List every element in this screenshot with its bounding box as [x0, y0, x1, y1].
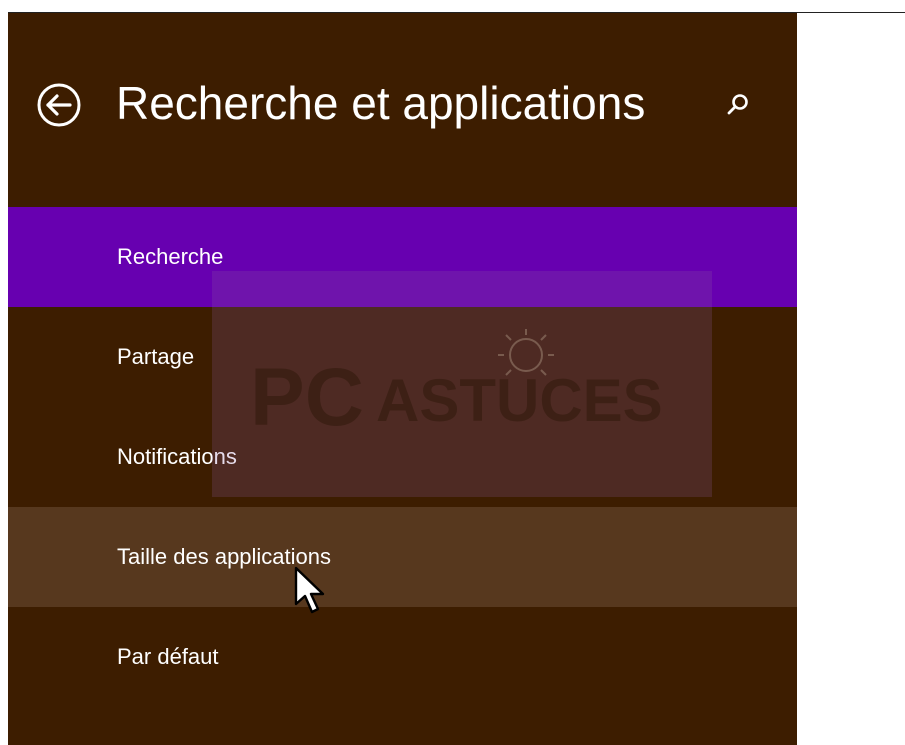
back-button[interactable]: [36, 82, 82, 128]
panel-header: Recherche et applications: [8, 13, 797, 207]
back-arrow-circle-icon: [37, 83, 81, 127]
nav-item-par-defaut[interactable]: Par défaut: [8, 607, 797, 707]
search-icon: [727, 94, 748, 115]
nav-item-partage[interactable]: Partage: [8, 307, 797, 407]
nav-item-label: Par défaut: [117, 644, 219, 669]
nav-item-label: Taille des applications: [117, 544, 332, 569]
nav-item-notifications[interactable]: Notifications: [8, 407, 797, 507]
settings-panel: Recherche et applications Recherche Part…: [8, 13, 797, 745]
page-title: Recherche et applications: [116, 77, 646, 129]
nav-item-label: Notifications: [117, 444, 237, 469]
nav-item-label: Recherche: [117, 244, 224, 269]
nav-item-taille-des-applications[interactable]: Taille des applications: [8, 507, 797, 607]
nav-item-recherche[interactable]: Recherche: [8, 207, 797, 307]
search-button[interactable]: [724, 91, 752, 119]
screenshot-frame: Recherche et applications Recherche Part…: [0, 0, 905, 745]
nav-item-label: Partage: [117, 344, 195, 369]
